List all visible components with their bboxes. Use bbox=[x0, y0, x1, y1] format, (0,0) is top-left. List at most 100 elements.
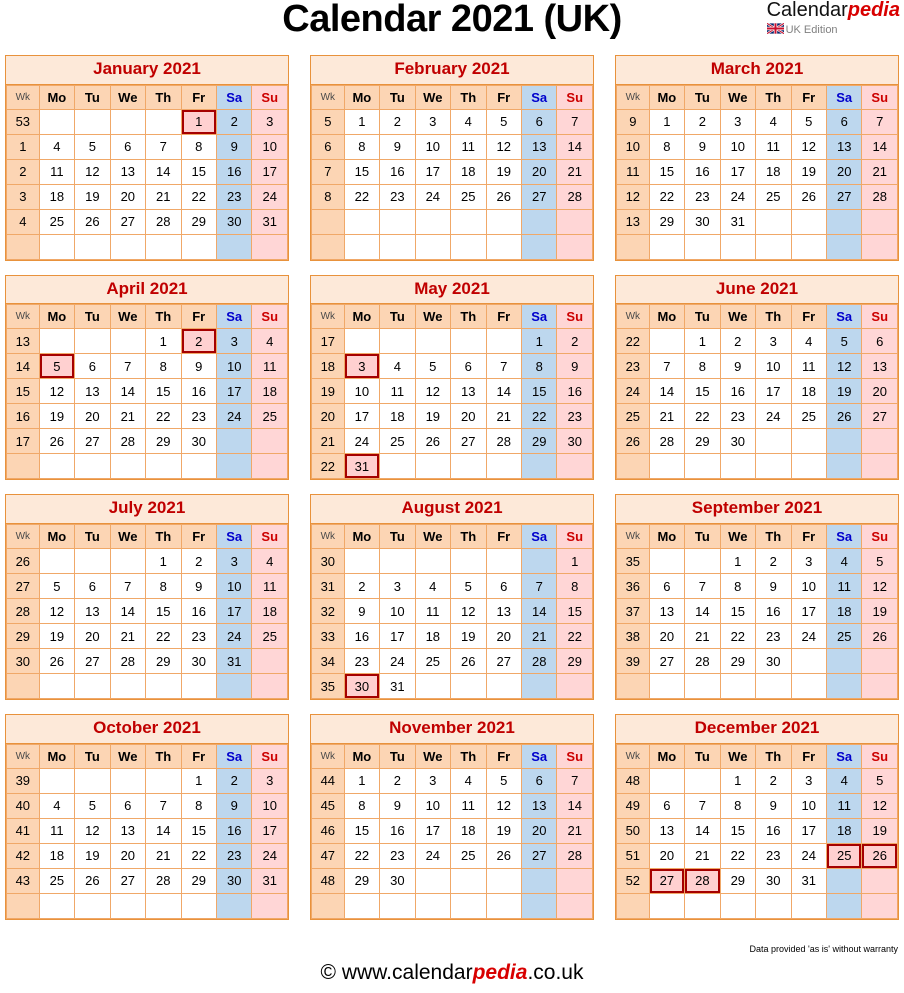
day-cell[interactable]: 19 bbox=[861, 598, 898, 625]
day-cell[interactable]: 1 bbox=[520, 328, 558, 355]
day-cell[interactable]: 29 bbox=[648, 208, 686, 235]
day-cell[interactable]: 31 bbox=[215, 648, 253, 675]
day-cell[interactable]: 7 bbox=[556, 108, 593, 135]
day-cell[interactable]: 16 bbox=[755, 817, 792, 844]
day-cell[interactable]: 31 bbox=[251, 208, 288, 235]
day-cell[interactable]: 9 bbox=[215, 133, 253, 160]
day-cell[interactable]: 22 bbox=[145, 403, 182, 430]
holiday-day-cell[interactable]: 5 bbox=[38, 353, 76, 380]
day-cell[interactable]: 24 bbox=[719, 183, 757, 210]
day-cell[interactable]: 17 bbox=[251, 158, 288, 185]
day-cell[interactable]: 6 bbox=[74, 573, 111, 600]
day-cell[interactable]: 18 bbox=[450, 158, 487, 185]
holiday-day-cell[interactable]: 3 bbox=[343, 353, 381, 380]
day-cell[interactable]: 13 bbox=[74, 378, 111, 405]
day-cell[interactable]: 20 bbox=[520, 817, 558, 844]
day-cell[interactable]: 14 bbox=[145, 158, 182, 185]
day-cell[interactable]: 19 bbox=[861, 817, 898, 844]
day-cell[interactable]: 18 bbox=[251, 378, 288, 405]
day-cell[interactable]: 27 bbox=[861, 403, 898, 430]
day-cell[interactable]: 11 bbox=[450, 792, 487, 819]
day-cell[interactable]: 20 bbox=[109, 183, 147, 210]
holiday-day-cell[interactable]: 31 bbox=[343, 453, 381, 480]
day-cell[interactable]: 23 bbox=[215, 842, 253, 869]
day-cell[interactable]: 24 bbox=[343, 428, 381, 455]
day-cell[interactable]: 24 bbox=[755, 403, 792, 430]
holiday-day-cell[interactable]: 2 bbox=[180, 328, 217, 355]
day-cell[interactable]: 4 bbox=[450, 108, 487, 135]
day-cell[interactable]: 3 bbox=[414, 767, 452, 794]
day-cell[interactable]: 29 bbox=[684, 428, 721, 455]
day-cell[interactable]: 1 bbox=[145, 328, 182, 355]
day-cell[interactable]: 5 bbox=[485, 767, 522, 794]
day-cell[interactable]: 31 bbox=[251, 867, 288, 894]
day-cell[interactable]: 17 bbox=[251, 817, 288, 844]
day-cell[interactable]: 10 bbox=[414, 133, 452, 160]
day-cell[interactable]: 25 bbox=[825, 623, 863, 650]
day-cell[interactable]: 12 bbox=[38, 598, 76, 625]
day-cell[interactable]: 15 bbox=[684, 378, 721, 405]
day-cell[interactable]: 23 bbox=[343, 648, 381, 675]
day-cell[interactable]: 5 bbox=[861, 548, 898, 575]
day-cell[interactable]: 8 bbox=[556, 573, 593, 600]
day-cell[interactable]: 17 bbox=[343, 403, 381, 430]
day-cell[interactable]: 23 bbox=[215, 183, 253, 210]
day-cell[interactable]: 21 bbox=[520, 623, 558, 650]
day-cell[interactable]: 28 bbox=[485, 428, 522, 455]
day-cell[interactable]: 21 bbox=[684, 842, 721, 869]
day-cell[interactable]: 21 bbox=[109, 623, 147, 650]
day-cell[interactable]: 17 bbox=[719, 158, 757, 185]
day-cell[interactable]: 8 bbox=[343, 133, 381, 160]
day-cell[interactable]: 12 bbox=[485, 133, 522, 160]
day-cell[interactable]: 16 bbox=[379, 817, 416, 844]
day-cell[interactable]: 7 bbox=[109, 353, 147, 380]
day-cell[interactable]: 2 bbox=[215, 108, 253, 135]
day-cell[interactable]: 14 bbox=[109, 378, 147, 405]
day-cell[interactable]: 21 bbox=[109, 403, 147, 430]
day-cell[interactable]: 7 bbox=[145, 792, 182, 819]
day-cell[interactable]: 25 bbox=[251, 403, 288, 430]
day-cell[interactable]: 28 bbox=[648, 428, 686, 455]
day-cell[interactable]: 15 bbox=[343, 817, 381, 844]
day-cell[interactable]: 31 bbox=[790, 867, 827, 894]
holiday-day-cell[interactable]: 27 bbox=[648, 867, 686, 894]
day-cell[interactable]: 23 bbox=[684, 183, 721, 210]
day-cell[interactable]: 7 bbox=[109, 573, 147, 600]
day-cell[interactable]: 30 bbox=[215, 867, 253, 894]
day-cell[interactable]: 30 bbox=[556, 428, 593, 455]
day-cell[interactable]: 20 bbox=[74, 403, 111, 430]
day-cell[interactable]: 30 bbox=[215, 208, 253, 235]
day-cell[interactable]: 9 bbox=[379, 133, 416, 160]
day-cell[interactable]: 19 bbox=[485, 158, 522, 185]
day-cell[interactable]: 1 bbox=[719, 548, 757, 575]
day-cell[interactable]: 8 bbox=[719, 573, 757, 600]
day-cell[interactable]: 12 bbox=[825, 353, 863, 380]
day-cell[interactable]: 15 bbox=[180, 158, 217, 185]
day-cell[interactable]: 20 bbox=[485, 623, 522, 650]
day-cell[interactable]: 21 bbox=[145, 183, 182, 210]
day-cell[interactable]: 24 bbox=[414, 842, 452, 869]
day-cell[interactable]: 17 bbox=[755, 378, 792, 405]
day-cell[interactable]: 4 bbox=[379, 353, 416, 380]
day-cell[interactable]: 14 bbox=[520, 598, 558, 625]
day-cell[interactable]: 18 bbox=[450, 817, 487, 844]
day-cell[interactable]: 14 bbox=[684, 817, 721, 844]
day-cell[interactable]: 15 bbox=[180, 817, 217, 844]
day-cell[interactable]: 28 bbox=[145, 867, 182, 894]
day-cell[interactable]: 27 bbox=[520, 842, 558, 869]
day-cell[interactable]: 27 bbox=[520, 183, 558, 210]
day-cell[interactable]: 20 bbox=[648, 842, 686, 869]
day-cell[interactable]: 13 bbox=[648, 817, 686, 844]
day-cell[interactable]: 3 bbox=[215, 548, 253, 575]
day-cell[interactable]: 18 bbox=[414, 623, 452, 650]
day-cell[interactable]: 17 bbox=[414, 158, 452, 185]
day-cell[interactable]: 20 bbox=[648, 623, 686, 650]
day-cell[interactable]: 4 bbox=[251, 548, 288, 575]
day-cell[interactable]: 16 bbox=[379, 158, 416, 185]
day-cell[interactable]: 11 bbox=[38, 158, 76, 185]
day-cell[interactable]: 30 bbox=[755, 867, 792, 894]
day-cell[interactable]: 25 bbox=[379, 428, 416, 455]
day-cell[interactable]: 2 bbox=[379, 108, 416, 135]
day-cell[interactable]: 27 bbox=[825, 183, 863, 210]
day-cell[interactable]: 16 bbox=[684, 158, 721, 185]
